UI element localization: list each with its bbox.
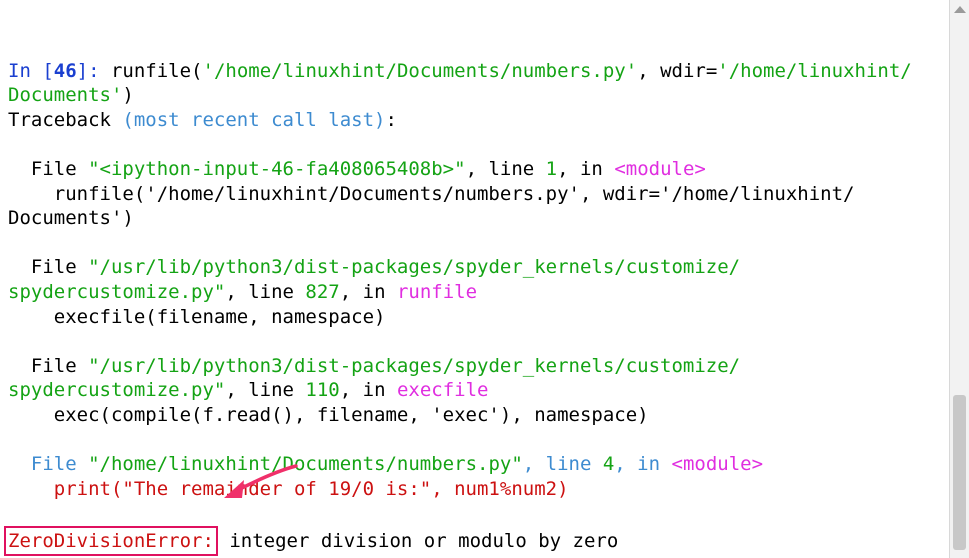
scrollbar-thumb[interactable] (953, 395, 966, 550)
console-text-segment: (most recent call last) (122, 108, 386, 131)
console-text-segment: , in (557, 157, 615, 180)
console-text-segment: ]: (76, 59, 111, 82)
console-text-segment: 827 (305, 280, 340, 303)
console-text-segment: File (8, 354, 89, 377)
console-text-segment: <module> (614, 157, 706, 180)
scroll-up-arrow-icon[interactable] (954, 6, 966, 13)
console-text-segment: , line (465, 157, 546, 180)
console-line: spydercustomize.py", line 827, in runfil… (8, 280, 912, 305)
console-text-segment: , in (339, 379, 397, 402)
console-text-segment: Documents' (8, 84, 123, 107)
console-text-segment: File (8, 256, 89, 279)
ipython-console[interactable]: In [46]: runfile('/home/linuxhint/Docume… (0, 0, 949, 558)
error-type-label: ZeroDivisionError: (4, 525, 218, 556)
console-text-segment: 46 (53, 59, 77, 82)
console-text-segment: Documents') (8, 207, 134, 230)
console-line: File "/home/linuxhint/Documents/numbers.… (8, 452, 912, 477)
console-line: In [46]: runfile('/home/linuxhint/Docume… (8, 59, 912, 84)
console-line: spydercustomize.py", line 110, in execfi… (8, 378, 912, 403)
console-text-segment: runfile( (110, 59, 203, 82)
console-text-segment: execfile(filename, namespace) (8, 305, 386, 328)
console-line: runfile('/home/linuxhint/Documents/numbe… (8, 182, 912, 207)
console-text-segment: , in (614, 453, 672, 476)
console-line: File "/usr/lib/python3/dist-packages/spy… (8, 354, 912, 379)
console-line: print("The remainder of 19/0 is:", num1%… (8, 477, 912, 502)
console-line: File "<ipython-input-46-fa408065408b>", … (8, 157, 912, 182)
console-text-segment: , wdir= (637, 59, 718, 82)
console-text-segment: execfile (396, 379, 489, 402)
vertical-scrollbar[interactable] (949, 0, 969, 558)
console-text-segment: "/usr/lib/python3/dist-packages/spyder_k… (88, 256, 741, 279)
console-line: ZeroDivisionError: integer division or m… (4, 525, 912, 556)
console-text-segment: runfile (396, 280, 478, 303)
console-line: Documents') (8, 206, 912, 231)
console-text-segment: File (8, 453, 89, 476)
console-text-segment: ) (122, 84, 134, 107)
console-text-segment: Traceback (8, 108, 123, 131)
console-line: File "/usr/lib/python3/dist-packages/spy… (8, 255, 912, 280)
console-text-segment: : (385, 108, 397, 131)
console-text-segment: integer division or modulo by zero (217, 529, 619, 552)
console-text-segment: '/home/linuxhint/ (717, 59, 912, 82)
console-text-segment: 1 (545, 157, 558, 180)
console-text-segment: spydercustomize.py" (8, 379, 226, 402)
console-text-segment: In [ (8, 59, 54, 82)
console-text-segment: <module> (671, 453, 764, 476)
console-text-segment: , in (339, 280, 397, 303)
console-text-segment: , line (225, 280, 306, 303)
console-text-segment: "<ipython-input-46-fa408065408b>" (88, 157, 466, 180)
console-text-segment: '/home/linuxhint/Documents/numbers.py' (202, 59, 638, 82)
console-line: execfile(filename, namespace) (8, 305, 912, 330)
console-text-segment: "/usr/lib/python3/dist-packages/spyder_k… (88, 354, 741, 377)
console-text-segment: File (8, 157, 89, 180)
console-line: Documents') (8, 83, 912, 108)
console-text-segment: , line (522, 453, 603, 476)
console-text-segment: exec(compile(f.read(), filename, 'exec')… (8, 403, 649, 426)
console-text-segment: runfile('/home/linuxhint/Documents/numbe… (8, 182, 855, 205)
console-text-segment: 110 (305, 379, 340, 402)
console-text-segment: 4 (602, 453, 615, 476)
annotation-arrow (224, 464, 298, 498)
console-text-segment: spydercustomize.py" (8, 280, 226, 303)
console-line: Traceback (most recent call last): (8, 108, 912, 133)
console-line: exec(compile(f.read(), filename, 'exec')… (8, 403, 912, 428)
console-text-segment: , line (225, 379, 306, 402)
console-output: In [46]: runfile('/home/linuxhint/Docume… (4, 34, 912, 556)
